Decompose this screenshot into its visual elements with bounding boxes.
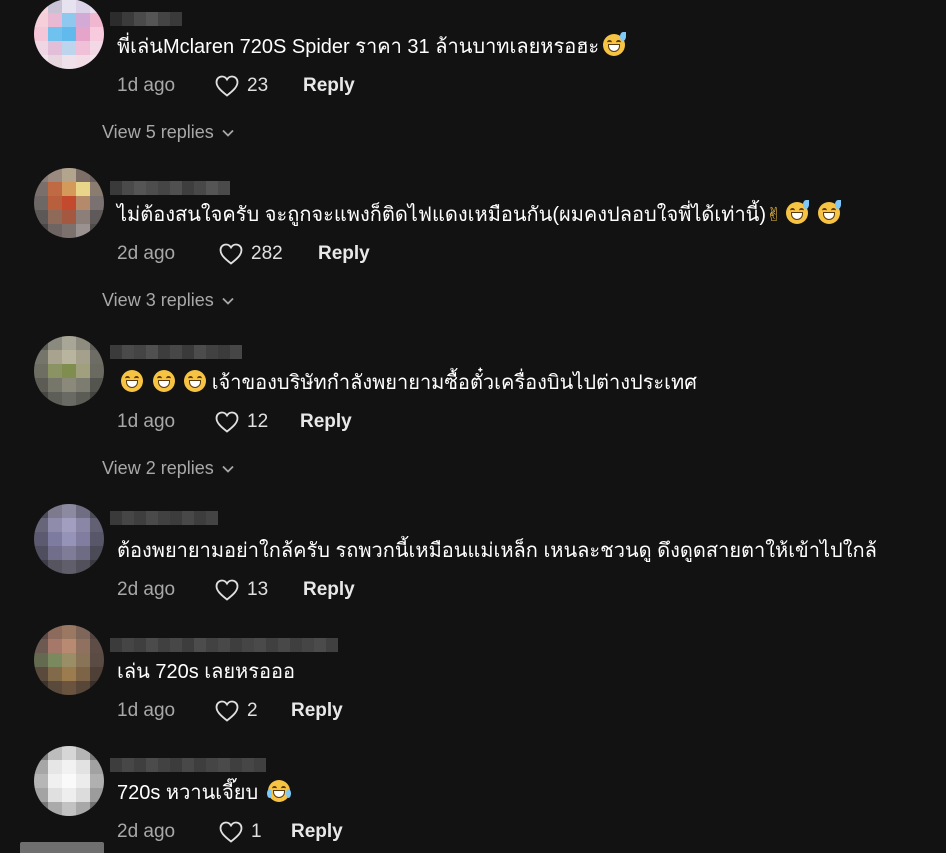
like-count: 2: [247, 700, 258, 721]
chevron-down-icon: [222, 129, 234, 137]
view-replies-button[interactable]: View 2 replies: [102, 458, 234, 479]
reply-button[interactable]: Reply: [318, 243, 370, 265]
view-replies-button[interactable]: View 3 replies: [102, 290, 234, 311]
like-button[interactable]: 2: [215, 700, 291, 722]
reply-button[interactable]: Reply: [291, 700, 343, 722]
view-replies-label: View 2 replies: [102, 458, 214, 478]
like-count: 23: [247, 75, 269, 96]
comment-time: 2d ago: [117, 821, 176, 842]
reply-button[interactable]: Reply: [303, 75, 355, 97]
reply-button[interactable]: Reply: [300, 411, 352, 433]
grin-sweat-emoji: [603, 32, 627, 56]
comment-time: 1d ago: [117, 411, 176, 432]
view-replies-button[interactable]: View 5 replies: [102, 122, 234, 143]
heart-icon: [215, 75, 239, 97]
like-button[interactable]: 23: [215, 75, 303, 97]
comment-text: ต้องพยายามอย่าใกล้ครับ รถพวกนี้เหมือนแม่…: [117, 540, 877, 562]
grin-emoji: [152, 370, 175, 392]
comment-meta: 2d ago 13 Reply: [117, 577, 355, 603]
like-button[interactable]: 282: [219, 243, 318, 265]
username-blurred[interactable]: [110, 345, 242, 359]
grin-sweat-emoji: [785, 200, 809, 224]
like-count: 12: [247, 411, 269, 432]
like-button[interactable]: 12: [215, 411, 300, 433]
comment-meta: 1d ago 12 Reply: [117, 409, 352, 435]
like-count: 1: [251, 821, 262, 842]
chevron-down-icon: [222, 297, 234, 305]
chevron-down-icon: [222, 465, 234, 473]
heart-icon: [219, 243, 243, 265]
like-button[interactable]: 1: [219, 821, 291, 843]
username-blurred[interactable]: [110, 181, 230, 195]
comment-text: พี่เล่นMclaren 720S Spider ราคา 31 ล้านบ…: [117, 32, 627, 60]
comment-meta: 1d ago 23 Reply: [117, 73, 355, 99]
view-replies-label: View 5 replies: [102, 122, 214, 142]
username-blurred[interactable]: [110, 511, 218, 525]
like-button[interactable]: 13: [215, 579, 303, 601]
comment-time: 1d ago: [117, 75, 176, 96]
comments-panel: พี่เล่นMclaren 720S Spider ราคา 31 ล้านบ…: [0, 0, 946, 853]
avatar[interactable]: [34, 504, 104, 574]
avatar[interactable]: [34, 336, 104, 406]
view-replies-label: View 3 replies: [102, 290, 214, 310]
avatar[interactable]: [34, 168, 104, 238]
avatar-partial[interactable]: [20, 842, 104, 853]
comment-text: เจ้าของบริษัทกำลังพยายามซื้อตั๋วเครื่องบ…: [117, 370, 697, 396]
comment-text: ไม่ต้องสนใจครับ จะถูกจะแพงก็ติดไฟแดงเหมื…: [117, 200, 841, 229]
comment-meta: 2d ago 282 Reply: [117, 241, 370, 267]
grin-emoji: [184, 370, 207, 392]
comment-time: 2d ago: [117, 579, 176, 600]
heart-icon: [215, 579, 239, 601]
heart-icon: [215, 700, 239, 722]
avatar[interactable]: [34, 625, 104, 695]
avatar[interactable]: [34, 746, 104, 816]
reply-button[interactable]: Reply: [303, 579, 355, 601]
reply-button[interactable]: Reply: [291, 821, 343, 843]
tears-of-joy-emoji: [266, 780, 291, 802]
comment-text: เล่น 720s เลยหรอออ: [117, 661, 296, 683]
username-blurred[interactable]: [110, 638, 338, 652]
heart-icon: [215, 411, 239, 433]
comment-meta: 2d ago 1 Reply: [117, 819, 343, 845]
username-blurred[interactable]: [110, 12, 182, 26]
like-count: 282: [251, 243, 283, 264]
avatar[interactable]: [34, 0, 104, 69]
heart-icon: [219, 821, 243, 843]
comment-time: 2d ago: [117, 243, 176, 264]
username-blurred[interactable]: [110, 758, 266, 772]
comment-time: 1d ago: [117, 700, 176, 721]
like-count: 13: [247, 579, 269, 600]
victory-hand-emoji: ✌: [766, 205, 782, 226]
comment-meta: 1d ago 2 Reply: [117, 698, 343, 724]
comment-text: 720s หวานเจี๊ยบ: [117, 780, 291, 806]
grin-emoji: [121, 370, 143, 392]
grin-sweat-emoji: [817, 200, 841, 224]
